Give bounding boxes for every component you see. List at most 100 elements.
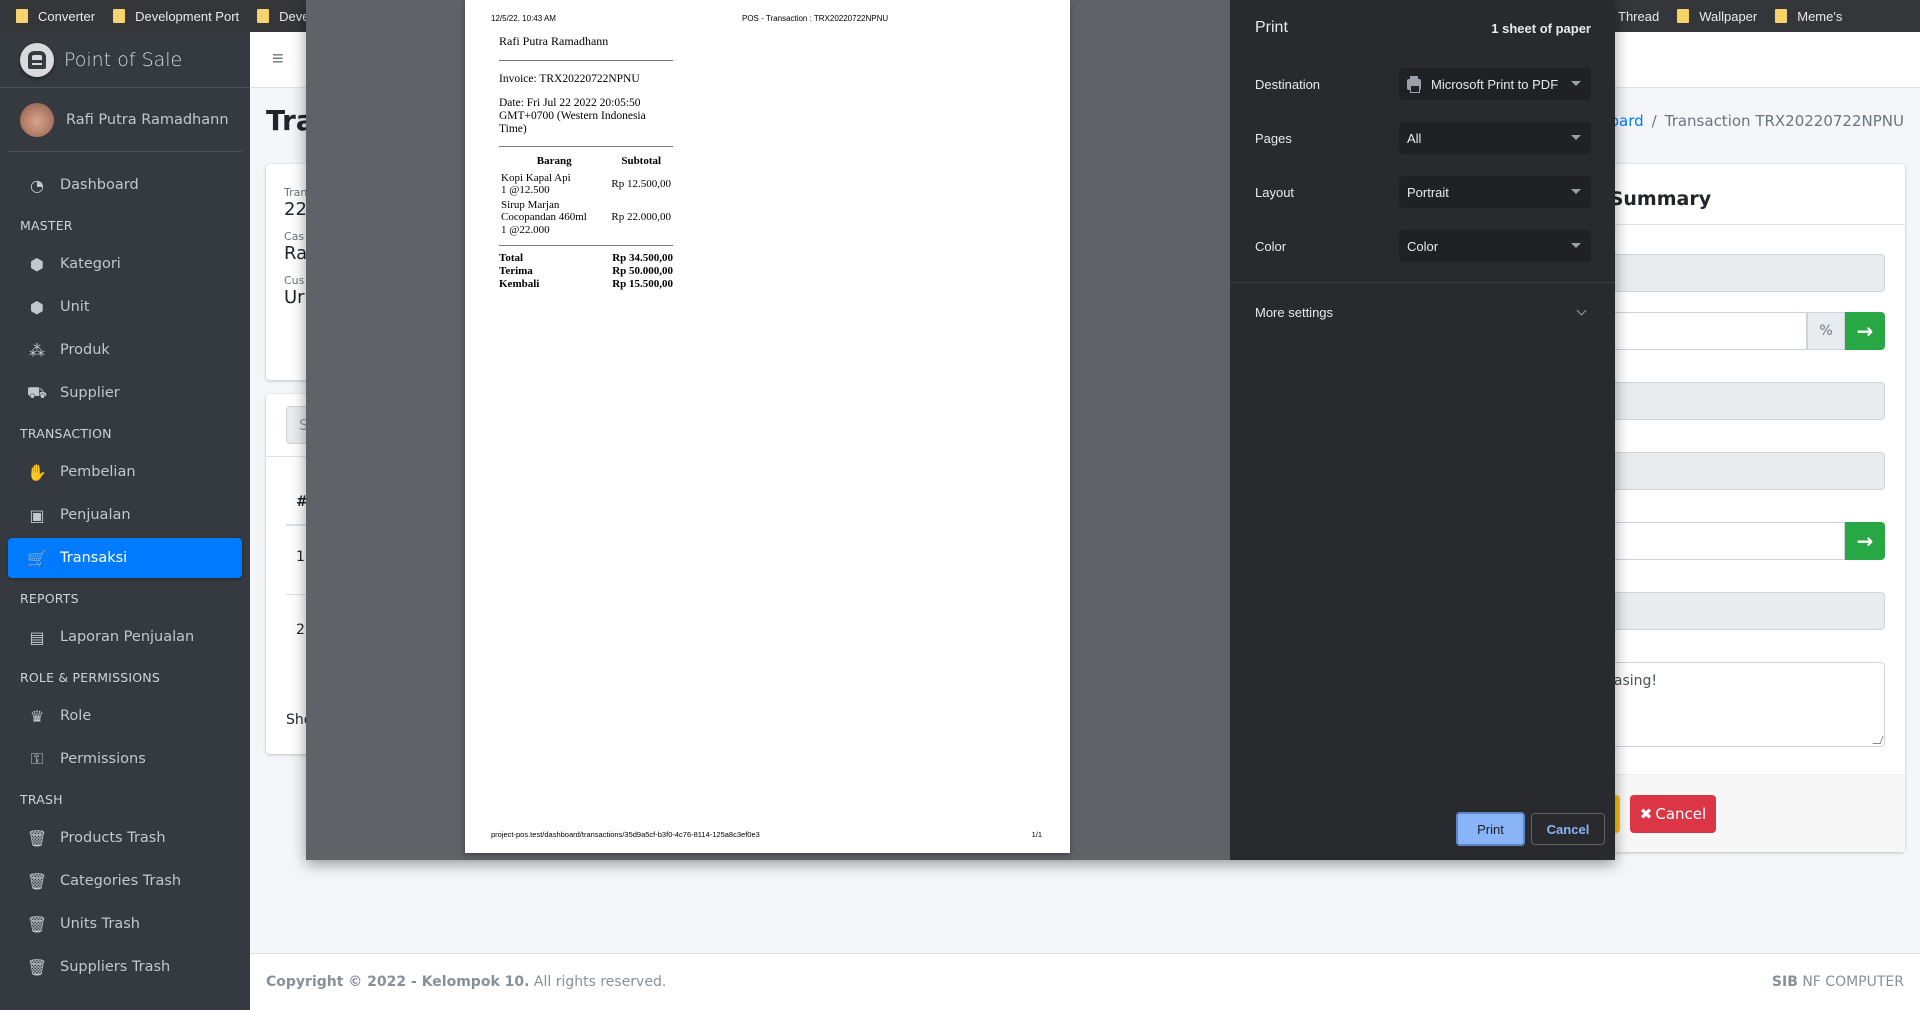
sidebar-section-header: TRASH [20,792,63,807]
receipt-totals-table: Total Rp 34.500,00 Terima Rp 50.000,00 Kemba… [499,252,673,291]
sidebar-item-label: Transaksi [60,550,128,566]
sidebar-item-label: Role [60,708,92,724]
apply-discount-button[interactable]: → [1845,312,1885,350]
print-dialog: 12/5/22, 10:43 AM POS - Transaction : TR… [306,0,1615,860]
sidebar-item-suppliers-trash[interactable]: 🗑 Suppliers Trash [8,947,242,987]
sidebar-section-header: TRANSACTION [20,426,112,441]
receipt-total-value: Rp 15.500,00 [612,278,673,290]
sidebar-item-pembelian[interactable]: ✋ Pembelian [8,452,242,492]
sidebar-item-laporan-penjualan[interactable]: ▤ Laporan Penjualan [8,617,242,657]
sidebar: Point of Sale Rafi Putra Ramadhann ◔ Dash… [0,32,250,1010]
sidebar-item-produk[interactable]: ⁂ Produk [8,330,242,370]
dropdown-caret-icon [1571,81,1581,86]
table-row: 2 [296,622,305,638]
receipt-col-barang: Barang [536,155,572,167]
destination-label: Destination [1255,76,1321,92]
receipt-total-label: Total [499,252,524,264]
print-preview-page: 12/5/22, 10:43 AM POS - Transaction : TR… [465,0,1070,853]
sidebar-item-unit[interactable]: ⬢ Unit [8,287,242,327]
percent-addon: % [1807,312,1845,350]
breadcrumb-current: Transaction TRX20220722NPNU [1664,112,1904,130]
box-icon: ⬢ [30,297,44,317]
print-cancel-button[interactable]: Cancel [1531,813,1605,845]
more-settings-toggle[interactable]: More settings [1255,305,1591,320]
brand-link[interactable]: Point of Sale [0,32,250,88]
color-select[interactable]: Color [1399,230,1591,262]
hamburger-menu-icon[interactable]: ≡ [272,48,284,71]
receipt-total-value: Rp 50.000,00 [612,265,673,277]
sidebar-item-label: Suppliers Trash [60,959,171,975]
sidebar-item-kategori[interactable]: ⬢ Kategori [8,244,242,284]
cancel-label: Cancel [1655,805,1707,823]
receipt-divider [499,146,673,147]
receipt-invoice: Invoice: TRX20220722NPNU [499,73,640,85]
subtotal-field: 0 [1570,254,1885,292]
folder-icon [1775,9,1788,23]
trash-icon: 🗑 [26,871,48,891]
trash-icon: 🗑 [26,957,48,977]
sidebar-item-permissions[interactable]: ⚿ Permissions [8,739,242,779]
bookmark-thread[interactable]: Thread [1618,9,1659,24]
brand-text: Point of Sale [64,48,183,71]
sidebar-item-products-trash[interactable]: 🗑 Products Trash [8,818,242,858]
sidebar-item-label: Laporan Penjualan [60,629,195,645]
receipt-total-row: Total Rp 34.500,00 [499,252,673,265]
bookmark-wallpaper[interactable]: Wallpaper [1677,9,1757,24]
print-button[interactable]: Print [1456,812,1525,846]
sidebar-item-label: Units Trash [60,916,140,932]
receipt-item-name: Sirup Marjan Cocopandan 460ml [501,198,587,224]
receipt-cashier: Rafi Putra Ramadhann [499,34,609,48]
sidebar-item-label: Penjualan [60,507,131,523]
sidebar-item-label: Categories Trash [60,873,182,889]
receipt-item-subtotal: Rp 22.000,00 [611,211,671,223]
bookmark-converter[interactable]: Converter [16,9,95,24]
receipt-divider [499,60,673,61]
sidebar-item-penjualan[interactable]: ▣ Penjualan [8,495,242,535]
apply-cash-button[interactable]: → [1845,522,1885,560]
resize-handle[interactable] [1872,736,1884,744]
bookmark-development-port[interactable]: Development Port [113,9,239,24]
preview-footer-url: project-pos.test/dashboard/transactions/… [491,830,760,839]
user-name: Rafi Putra Ramadhann [66,111,229,128]
handshake-icon: ✋ [27,462,47,482]
key-icon: ⚿ [30,749,44,768]
sidebar-item-dashboard[interactable]: ◔ Dashboard [8,165,242,205]
receipt-item-row: Kopi Kapal Api 1 @12.500 Rp 12.500,00 [499,171,673,198]
bookmark-memes[interactable]: Meme's [1775,9,1842,24]
sidebar-item-categories-trash[interactable]: 🗑 Categories Trash [8,861,242,901]
chevron-down-icon [1576,305,1587,316]
pages-select[interactable]: All [1399,122,1591,154]
brand-logo-icon [20,42,54,77]
receipt-item-row: Sirup Marjan Cocopandan 460ml 1 @22.000 Rp… [499,198,673,238]
table-row: 1 [296,549,305,565]
print-title: Print [1255,19,1288,36]
sidebar-item-supplier[interactable]: ⛟ Supplier [8,373,242,413]
sidebar-item-label: Dashboard [60,177,139,193]
note-textarea[interactable]: urchasing! [1570,662,1885,747]
receipt-total-value: Rp 34.500,00 [612,252,673,264]
preview-header-title: POS - Transaction : TRX20220722NPNU [742,14,889,23]
color-row: Color Color [1255,230,1591,262]
sidebar-item-label: Supplier [60,385,120,401]
copyright-text: Copyright © 2022 - Kelompok 10. All righ… [266,974,667,990]
user-panel[interactable]: Rafi Putra Ramadhann [8,88,242,152]
file-pdf-icon: ▤ [29,627,45,647]
sidebar-item-role[interactable]: ♛ Role [8,696,242,736]
sidebar-item-label: Produk [60,342,110,358]
sidebar-item-transaksi[interactable]: 🛒 Transaksi [8,538,242,578]
folder-icon [1677,9,1690,23]
layout-select[interactable]: Portrait [1399,176,1591,208]
receipt-divider [499,245,673,246]
sidebar-item-units-trash[interactable]: 🗑 Units Trash [8,904,242,944]
breadcrumb-separator: / [1651,112,1657,130]
destination-select[interactable]: Microsoft Print to PDF [1399,68,1591,100]
dropdown-caret-icon [1571,189,1581,194]
receipt-item-subtotal: Rp 12.500,00 [611,177,671,190]
sidebar-nav: ◔ Dashboard MASTER ⬢ Kategori ⬢ Unit ⁂ Produk ⛟ Su… [0,152,250,987]
truck-icon: ⛟ [26,382,48,402]
folder-icon [113,9,126,23]
grand-total-field: 0 [1570,452,1885,490]
cancel-transaction-button[interactable]: ✖ Cancel [1630,795,1716,833]
divider [1230,282,1615,283]
change-field: 0 [1570,592,1885,630]
